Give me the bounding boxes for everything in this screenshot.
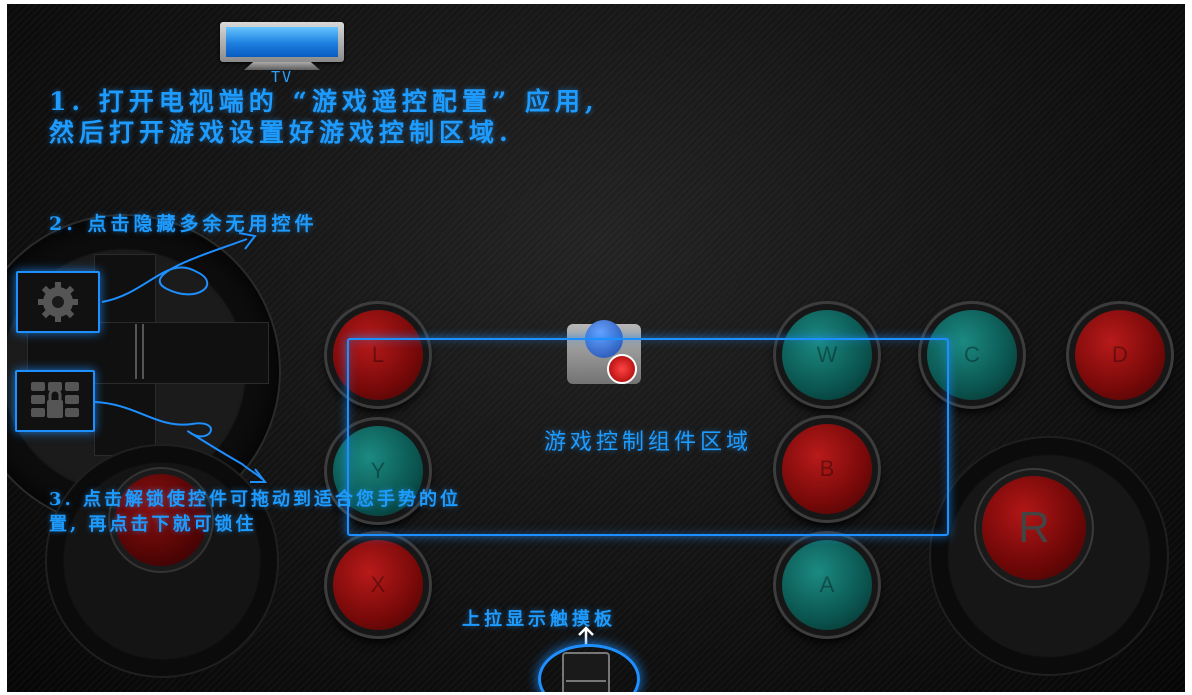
touchpad-icon[interactable] [562,652,610,692]
gamepad-screen: TV R L W C D Y B X A 游戏控制组件区域 1. 打开电视端的 … [7,4,1185,692]
hint-step-2: 2. 点击隐藏多余无用控件 [49,213,318,235]
keypad-lock-icon [31,382,79,418]
unlock-controls-button[interactable] [15,370,95,432]
hint-step-1: 1. 打开电视端的 “游戏遥控配置” 应用, 然后打开游戏设置好游戏控制区域. [49,87,599,147]
hint-step-3: 3. 点击解锁使控件可拖动到适合您手势的位置, 再点击下就可锁住 [49,489,462,535]
arrow-to-unlock [94,401,263,480]
hide-controls-button[interactable] [16,271,100,333]
gear-icon [38,282,78,322]
arrow-to-hide [101,238,248,303]
